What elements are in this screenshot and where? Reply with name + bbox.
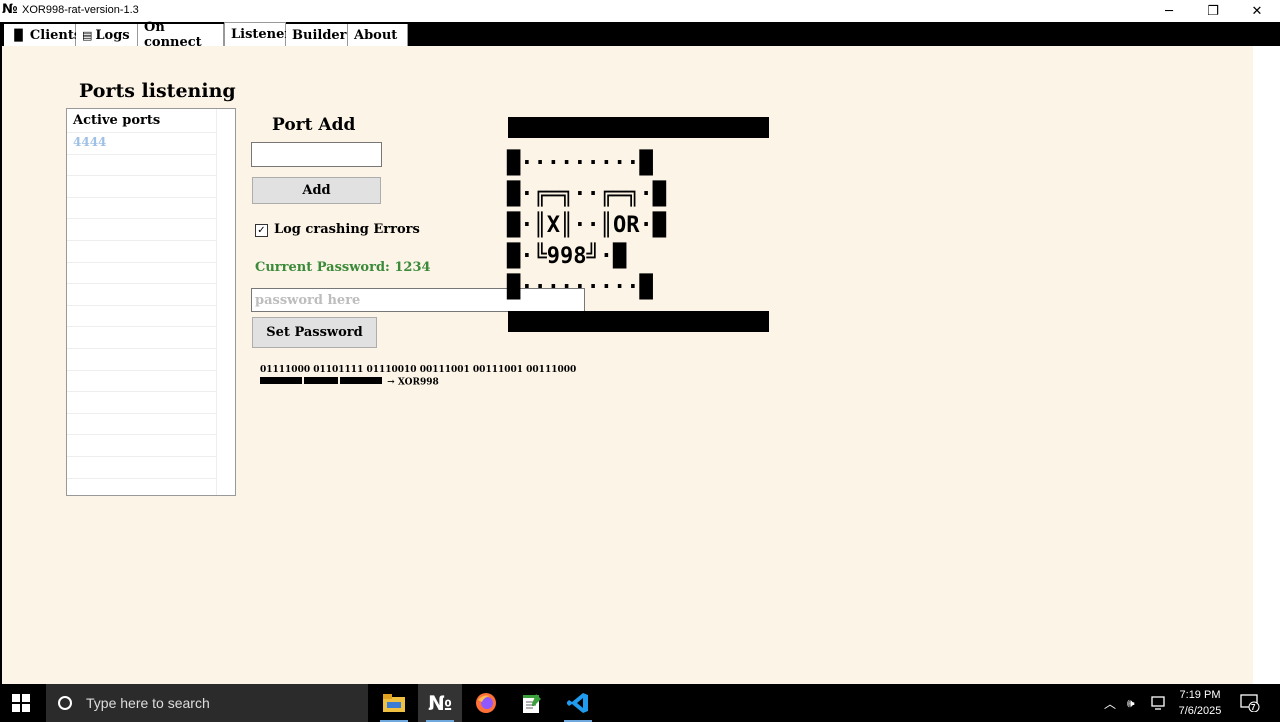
tab-listener-label: Listener [231, 27, 292, 42]
chevron-up-icon: ︿ [1104, 696, 1117, 711]
column-header-active-ports[interactable]: Active ports [67, 109, 217, 133]
search-icon [58, 696, 72, 710]
ports-listening-title: Ports listening [79, 80, 236, 102]
notepad-icon[interactable] [510, 684, 554, 722]
logo-line-2: █·········█ [507, 151, 653, 176]
list-item-empty [67, 284, 217, 306]
list-item-empty [67, 240, 217, 263]
tab-builder-label: Builder [292, 27, 347, 43]
tab-listener[interactable]: Listener [224, 22, 291, 46]
window-title: XOR998-rat-version-1.3 [22, 4, 139, 16]
xor998-app-icon[interactable]: № [418, 684, 462, 722]
list-item-empty [67, 176, 217, 198]
list-item-empty [67, 197, 217, 220]
list-item-empty [67, 327, 217, 349]
list-item-empty [67, 392, 217, 414]
list-item-empty [67, 478, 217, 495]
firefox-icon[interactable] [464, 684, 508, 722]
log-errors-checkbox[interactable]: ✓ [255, 224, 268, 237]
ports-listview[interactable]: Active ports 4444 [66, 108, 236, 496]
logo-line-6: █·········█ [507, 275, 653, 300]
clock-time: 7:19 PM [1179, 689, 1221, 701]
taskbar-clock[interactable]: 7:19 PM 7/6/2025 [1172, 687, 1228, 719]
taskbar-search-box[interactable]: Type here to search [46, 684, 368, 722]
app-icon: № [2, 2, 18, 17]
tab-about-label: About [354, 27, 398, 43]
file-explorer-icon[interactable] [372, 684, 416, 722]
logo-line-3: █·╔═╗··╔═╗·█ [507, 182, 666, 207]
logo-top-bar [508, 117, 769, 138]
minimize-button[interactable]: ─ [1146, 0, 1192, 22]
close-button[interactable]: ✕ [1234, 0, 1280, 22]
tab-clients-label: Clients [29, 27, 82, 43]
xor998-app-glyph: № [427, 691, 453, 715]
volume-icon[interactable]: 🕪 [1127, 684, 1135, 722]
tab-on-connect[interactable]: On connect [138, 20, 224, 50]
xor998-ascii-logo: █·········█ █·╔═╗··╔═╗·█ █·║X║··║OR·█ █·… [507, 55, 769, 342]
add-port-button[interactable]: Add [252, 177, 381, 204]
tab-logs-label: Logs [95, 27, 130, 43]
show-hidden-icons[interactable]: ︿ [1104, 684, 1116, 722]
taskbar: Type here to search № ︿ 🕪 7:19 PM 7/6/20… [0, 684, 1280, 722]
windows-start-icon[interactable] [12, 694, 30, 712]
clock-date: 7/6/2025 [1178, 705, 1222, 717]
tab-logs[interactable]: ▤ Logs [76, 24, 138, 46]
list-item-empty [67, 154, 217, 177]
clients-icon: ▐▌ [10, 28, 27, 42]
tab-builder[interactable]: Builder [286, 24, 348, 46]
set-password-button[interactable]: Set Password [252, 317, 377, 348]
restore-button[interactable]: ❐ [1190, 0, 1236, 22]
search-placeholder: Type here to search [86, 695, 210, 711]
list-item-empty [67, 219, 217, 241]
log-errors-label: Log crashing Errors [274, 222, 420, 237]
logo-line-5: █·╚998╝·█ [507, 244, 627, 269]
notification-center-icon[interactable]: 7 [1240, 684, 1260, 722]
window-edge [1253, 46, 1280, 684]
list-item-empty [67, 370, 217, 393]
port-add-title: Port Add [272, 115, 356, 135]
tab-clients[interactable]: ▐▌ Clients [4, 24, 81, 46]
logo-line-4: █·║X║··║OR·█ [507, 213, 666, 238]
current-password-label: Current Password: 1234 [255, 260, 431, 275]
network-icon[interactable] [1151, 684, 1167, 722]
list-item-empty [67, 305, 217, 328]
list-item-empty [67, 413, 217, 436]
logo-bottom-bar [508, 311, 769, 332]
logs-icon: ▤ [82, 28, 93, 42]
vscode-icon[interactable] [556, 684, 600, 722]
notification-count-badge: 7 [1251, 703, 1256, 712]
port-input[interactable] [251, 142, 382, 167]
tab-about[interactable]: About [348, 24, 408, 46]
list-item-empty [67, 348, 217, 371]
binary-arrow-text: → XOR998 [387, 377, 439, 388]
binary-bars-graphic [260, 376, 384, 388]
binary-text: 01111000 01101111 01110010 00111001 0011… [260, 365, 577, 375]
list-item-empty [67, 435, 217, 457]
list-item[interactable]: 4444 [67, 133, 217, 155]
list-item-empty [67, 456, 217, 479]
title-bar: № XOR998-rat-version-1.3 ─ ❐ ✕ [0, 0, 1280, 22]
list-item-empty [67, 262, 217, 285]
binary-caption: 01111000 01101111 01110010 00111001 0011… [260, 364, 576, 389]
